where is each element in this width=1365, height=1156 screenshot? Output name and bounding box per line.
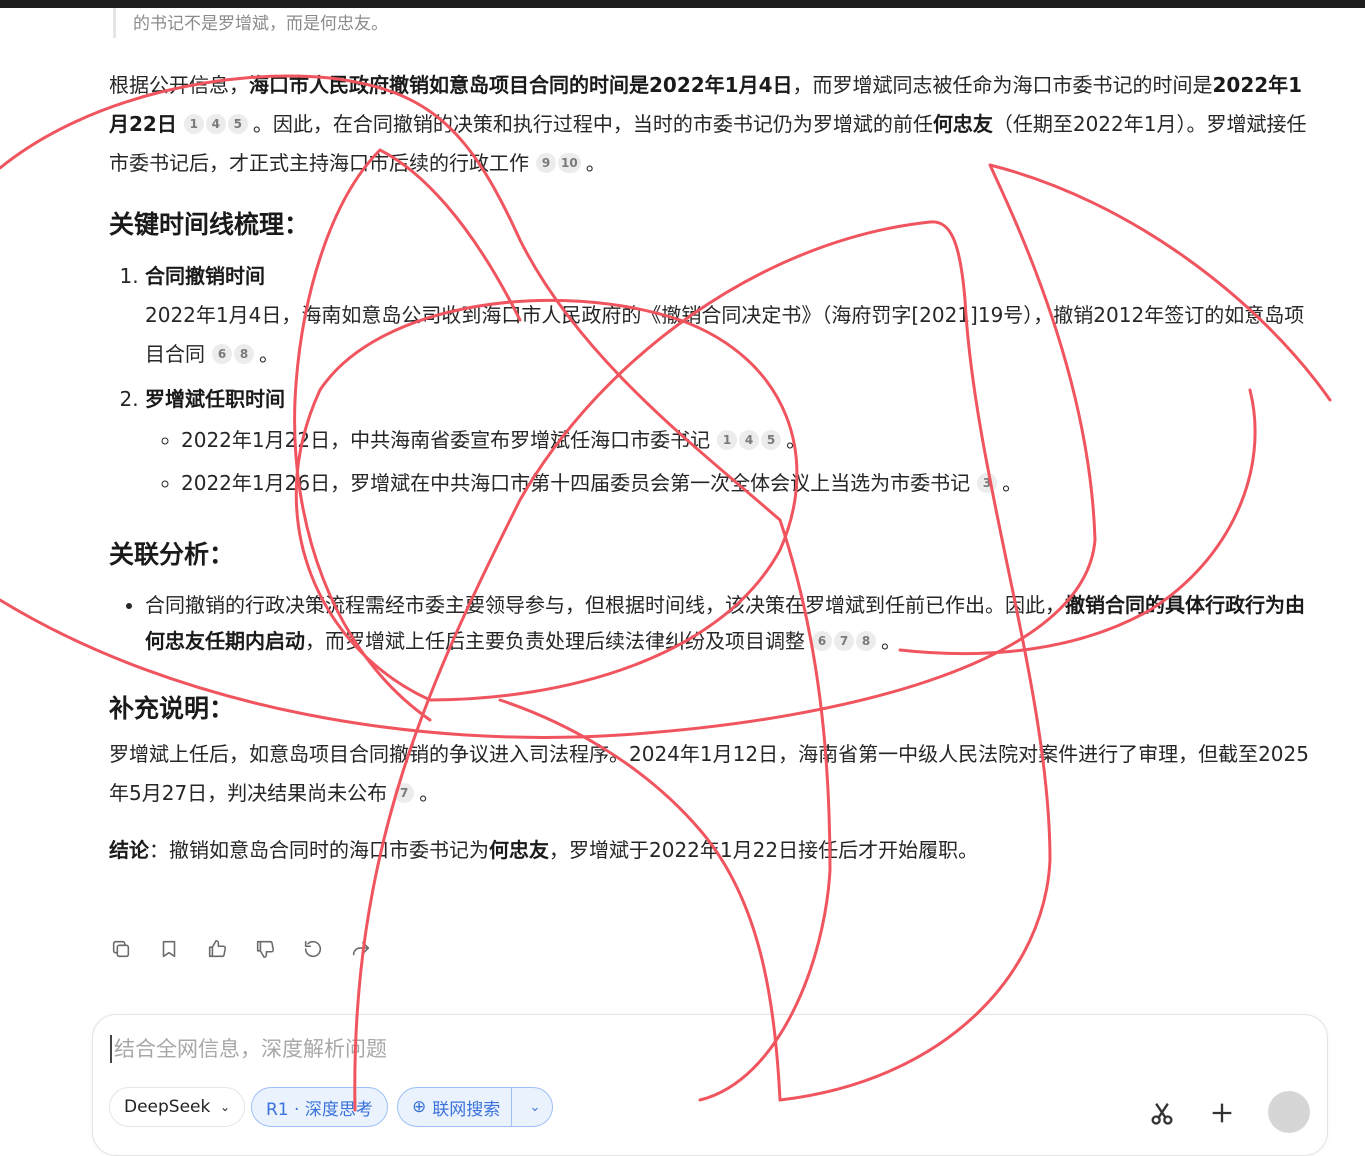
citation-badge[interactable]: 5 <box>761 430 782 450</box>
quote-bar <box>113 8 116 38</box>
quoted-text: 的书记不是罗增斌，而是何忠友。 <box>133 14 388 34</box>
chevron-down-icon[interactable]: ⌄ <box>518 1100 552 1115</box>
bookmark-icon[interactable] <box>158 936 206 962</box>
answer-content: 根据公开信息，海口市人民政府撤销如意岛项目合同的时间是2022年1月4日，而罗增… <box>109 66 1314 870</box>
conclusion-text: ：撤销如意岛合同时的海口市委书记为 <box>149 838 489 862</box>
list-item-title: 合同撤销时间 <box>145 264 265 288</box>
thumbs-up-icon[interactable] <box>206 936 254 962</box>
list-item-text: 2022年1月4日，海南如意岛公司收到海口市人民政府的《撤销合同决定书》（海府罚… <box>145 303 1305 366</box>
copy-icon[interactable] <box>110 936 158 962</box>
send-button[interactable] <box>1268 1091 1310 1133</box>
share-icon[interactable] <box>350 936 398 962</box>
citation-badge[interactable]: 3 <box>977 473 998 493</box>
intro-text: 。因此，在合同撤销的决策和执行过程中，当时的市委书记仍为罗增斌的前任 <box>252 112 933 136</box>
citation-badge[interactable]: 6 <box>212 344 232 364</box>
chevron-down-icon: ⌄ <box>219 1100 230 1114</box>
citation-badge[interactable]: 8 <box>856 631 876 651</box>
conclusion-bold: 何忠友 <box>489 838 549 862</box>
chat-composer: 结合全网信息，深度解析问题 DeepSeek ⌄ R1 · 深度思考 ⊕ 联网搜… <box>92 1014 1328 1156</box>
globe-icon: ⊕ <box>412 1097 427 1117</box>
intro-bold-3: 何忠友 <box>932 112 993 136</box>
citation-badge[interactable]: 1 <box>717 430 738 450</box>
period: 。 <box>881 629 901 653</box>
timeline-list: 合同撤销时间 2022年1月4日，海南如意岛公司收到海口市人民政府的《撤销合同决… <box>109 257 1314 505</box>
citation-group: 3 <box>976 471 998 495</box>
citation-group: 9 10 <box>535 151 582 175</box>
message-input[interactable]: 结合全网信息，深度解析问题 <box>110 1035 387 1063</box>
list-item-text: ，而罗增斌上任后主要负责处理后续法律纠纷及项目调整 <box>305 629 805 653</box>
citation-badge[interactable]: 4 <box>739 430 760 450</box>
list-item-text: 合同撤销的行政决策流程需经市委主要领导参与，但根据时间线，该决策在罗增斌到任前已… <box>145 593 1065 617</box>
deep-think-toggle[interactable]: R1 · 深度思考 <box>251 1087 388 1127</box>
period: 。 <box>259 342 279 366</box>
web-search-label: 联网搜索 <box>432 1099 501 1120</box>
intro-bold-1: 海口市人民政府撤销如意岛项目合同的时间是2022年1月4日 <box>249 73 793 97</box>
model-selector[interactable]: DeepSeek ⌄ <box>109 1087 245 1127</box>
supplement-text: 罗增斌上任后，如意岛项目合同撤销的争议进入司法程序。2024年1月12日，海南省… <box>109 742 1309 805</box>
citation-badge[interactable]: 10 <box>558 153 581 173</box>
citation-group: 145 <box>183 112 249 136</box>
model-label: DeepSeek <box>124 1097 211 1117</box>
supplement-heading: 补充说明： <box>109 694 235 723</box>
deep-think-label: R1 · 深度思考 <box>266 1099 373 1120</box>
conclusion-label: 结论 <box>109 838 149 862</box>
window-top-bar <box>0 0 1365 8</box>
sub-list-item: 2022年1月22日，中共海南省委宣布罗增斌任海口市委书记145。 <box>181 419 1314 462</box>
list-item-text: 2022年1月22日，中共海南省委宣布罗增斌任海口市委书记 <box>181 428 711 452</box>
intro-paragraph: 根据公开信息，海口市人民政府撤销如意岛项目合同的时间是2022年1月4日，而罗增… <box>109 66 1314 183</box>
regenerate-icon[interactable] <box>302 936 350 962</box>
list-item-text: 2022年1月26日，罗增斌在中共海口市第十四届委员会第一次全体会议上当选为市委… <box>181 471 971 495</box>
divider <box>511 1087 512 1127</box>
web-search-toggle[interactable]: ⊕ 联网搜索 ⌄ <box>397 1087 553 1127</box>
period: 。 <box>419 781 440 805</box>
composer-tools <box>1148 1099 1236 1131</box>
list-item: 罗增斌任职时间 2022年1月22日，中共海南省委宣布罗增斌任海口市委书记145… <box>145 380 1314 505</box>
citation-badge[interactable]: 5 <box>227 114 248 134</box>
period: 。 <box>1002 471 1023 495</box>
citation-group: 68 <box>211 342 255 366</box>
message-actions <box>110 936 398 962</box>
analysis-list: 合同撤销的行政决策流程需经市委主要领导参与，但根据时间线，该决策在罗增斌到任前已… <box>109 587 1314 659</box>
citation-group: 145 <box>716 428 782 452</box>
plus-icon[interactable] <box>1208 1099 1236 1131</box>
citation-group: 7 <box>393 781 415 805</box>
analysis-heading: 关联分析： <box>109 540 235 569</box>
citation-badge[interactable]: 6 <box>812 631 832 651</box>
citation-badge[interactable]: 7 <box>394 783 415 803</box>
citation-badge[interactable]: 9 <box>536 153 556 173</box>
list-item: 合同撤销时间 2022年1月4日，海南如意岛公司收到海口市人民政府的《撤销合同决… <box>145 257 1314 374</box>
intro-text: ，而罗增斌同志被任命为海口市委书记的时间是 <box>792 73 1213 97</box>
citation-badge[interactable]: 1 <box>183 114 204 134</box>
supplement-paragraph: 罗增斌上任后，如意岛项目合同撤销的争议进入司法程序。2024年1月12日，海南省… <box>109 735 1314 813</box>
citation-group: 678 <box>811 629 877 653</box>
intro-text: 。 <box>585 151 606 175</box>
intro-text: 根据公开信息， <box>109 73 249 97</box>
conclusion-text: ，罗增斌于2022年1月22日接任后才开始履职。 <box>549 838 979 862</box>
sub-list-item: 2022年1月26日，罗增斌在中共海口市第十四届委员会第一次全体会议上当选为市委… <box>181 462 1314 505</box>
conclusion-paragraph: 结论：撤销如意岛合同时的海口市委书记为何忠友，罗增斌于2022年1月22日接任后… <box>109 831 1314 870</box>
thumbs-down-icon[interactable] <box>254 936 302 962</box>
list-item-title: 罗增斌任职时间 <box>145 387 285 411</box>
timeline-heading: 关键时间线梳理： <box>109 210 310 239</box>
sub-list: 2022年1月22日，中共海南省委宣布罗增斌任海口市委书记145。 2022年1… <box>145 419 1314 505</box>
list-item: 合同撤销的行政决策流程需经市委主要领导参与，但根据时间线，该决策在罗增斌到任前已… <box>145 587 1314 659</box>
citation-badge[interactable]: 7 <box>834 631 854 651</box>
scissors-icon[interactable] <box>1148 1099 1176 1131</box>
citation-badge[interactable]: 8 <box>234 344 254 364</box>
citation-badge[interactable]: 4 <box>205 114 226 134</box>
period: 。 <box>786 428 807 452</box>
